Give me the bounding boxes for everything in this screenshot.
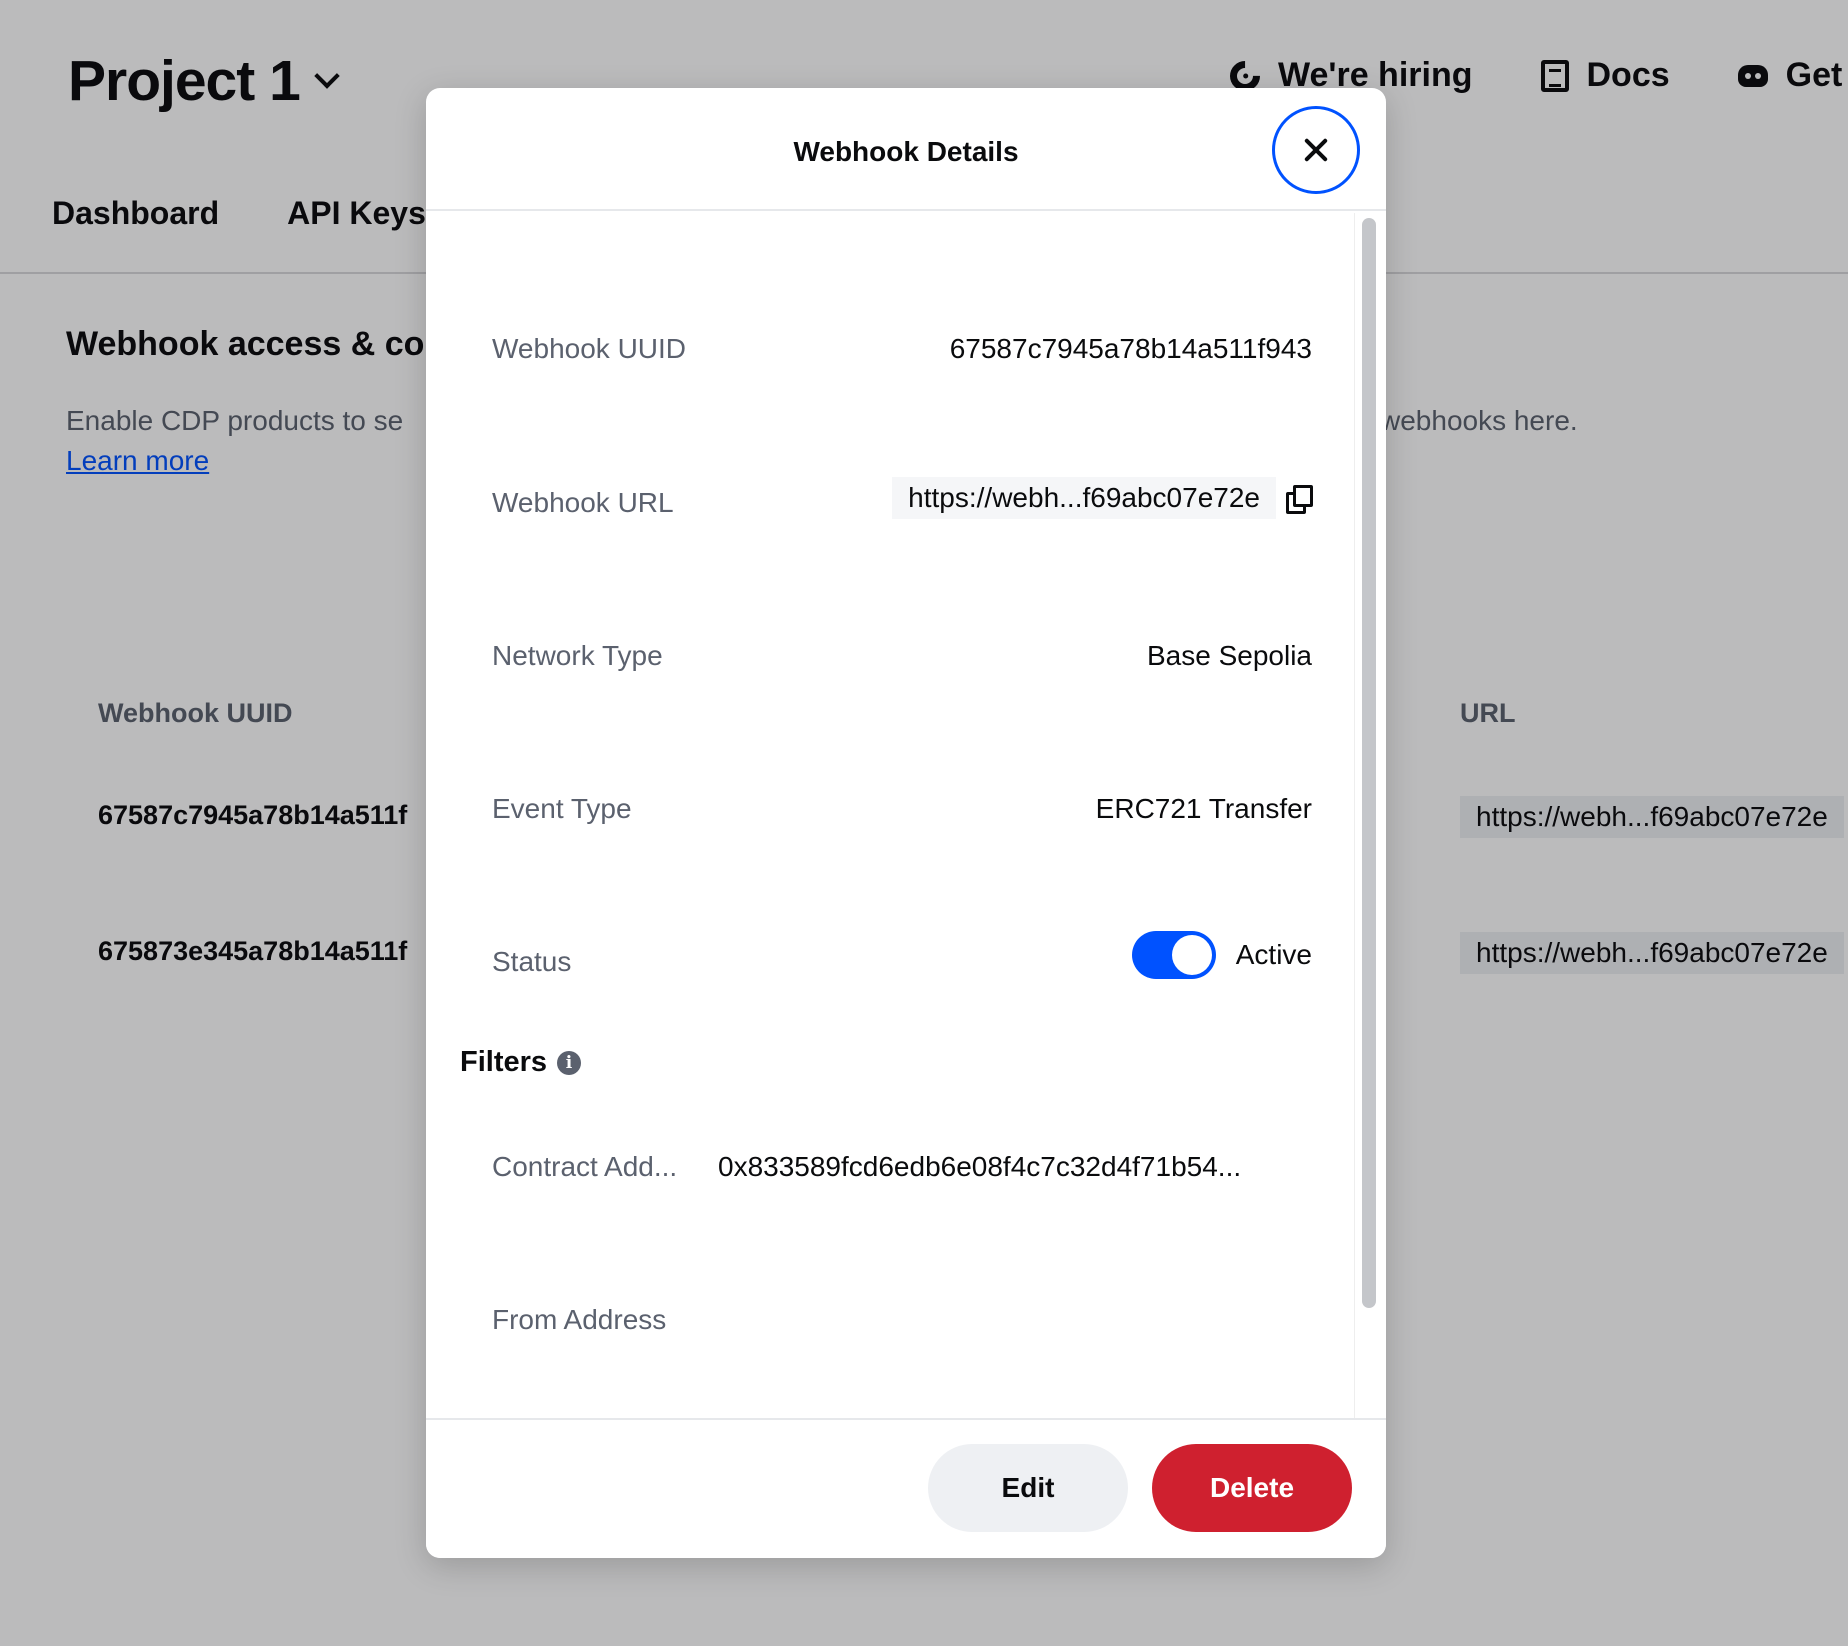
modal-footer: Edit Delete (426, 1418, 1386, 1558)
modal-header: Webhook Details (426, 88, 1386, 211)
contract-value: 0x833589fcd6edb6e08f4c7c32d4f71b54... (718, 1151, 1242, 1182)
url-value: https://webh...f69abc07e72e (892, 477, 1276, 519)
url-label: Webhook URL (492, 487, 674, 518)
copy-icon[interactable] (1286, 485, 1313, 514)
from-address-label: From Address (492, 1304, 667, 1335)
network-value: Base Sepolia (1146, 640, 1312, 671)
uuid-value: 67587c7945a78b14a511f943 (949, 333, 1312, 364)
event-label: Event Type (492, 793, 632, 824)
modal-title: Webhook Details (793, 136, 1019, 167)
delete-button[interactable]: Delete (1152, 1444, 1352, 1532)
status-control: Active (1131, 931, 1312, 979)
event-value: ERC721 Transfer (1095, 793, 1312, 824)
filters-heading: Filters i (460, 1046, 582, 1079)
close-icon (1303, 137, 1329, 163)
contract-label: Contract Add... (492, 1151, 678, 1182)
network-label: Network Type (492, 640, 663, 671)
modal-scrollbar-thumb[interactable] (1362, 218, 1376, 1308)
modal-body: Webhook UUID 67587c7945a78b14a511f943 We… (426, 213, 1354, 1505)
toggle-knob (1171, 935, 1212, 975)
filters-title: Filters (460, 1046, 548, 1078)
page: Project 1 We're hiring Docs Get h Dashbo… (0, 0, 1848, 1646)
edit-button[interactable]: Edit (928, 1444, 1128, 1532)
status-value: Active (1235, 939, 1312, 970)
uuid-label: Webhook UUID (492, 333, 687, 364)
close-button[interactable] (1272, 106, 1360, 194)
info-icon[interactable]: i (557, 1050, 582, 1075)
url-field: https://webh...f69abc07e72e (892, 477, 1313, 519)
status-label: Status (492, 946, 572, 977)
webhook-details-modal: Webhook Details Webhook UUID 67587c7945a… (426, 88, 1386, 1558)
status-toggle[interactable] (1131, 931, 1216, 979)
